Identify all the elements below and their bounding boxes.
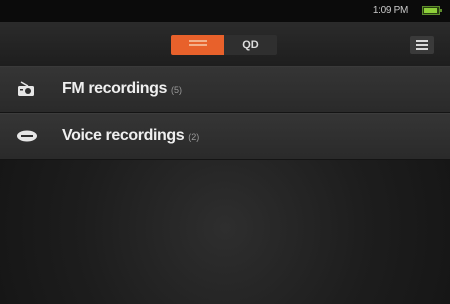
list-item-voice-recordings[interactable]: Voice recordings (2): [0, 113, 450, 160]
menu-icon: [416, 40, 428, 42]
fm-recordings-label: FM recordings: [62, 80, 168, 97]
voice-recordings-count: (2): [188, 132, 200, 142]
recordings-screen: 1:09 PM QD FM recordings (5) Voice recor…: [0, 0, 450, 304]
tab-folders-label: QD: [242, 39, 259, 51]
list-icon: [188, 39, 207, 52]
status-bar: 1:09 PM: [0, 0, 450, 22]
view-toggle: QD: [171, 35, 277, 55]
radio-icon: [16, 81, 38, 97]
tab-list[interactable]: [171, 35, 224, 55]
menu-button[interactable]: [410, 36, 434, 54]
status-time: 1:09 PM: [372, 5, 408, 16]
list-item-fm-recordings[interactable]: FM recordings (5): [0, 67, 450, 113]
voice-recordings-label: Voice recordings: [62, 127, 185, 144]
battery-icon: [422, 6, 442, 15]
voice-icon: [16, 128, 38, 144]
fm-recordings-count: (5): [171, 85, 183, 95]
tab-folders[interactable]: QD: [224, 35, 277, 55]
recordings-list: FM recordings (5) Voice recordings (2): [0, 67, 450, 160]
action-bar: QD: [0, 22, 450, 67]
battery-level: [424, 8, 437, 13]
